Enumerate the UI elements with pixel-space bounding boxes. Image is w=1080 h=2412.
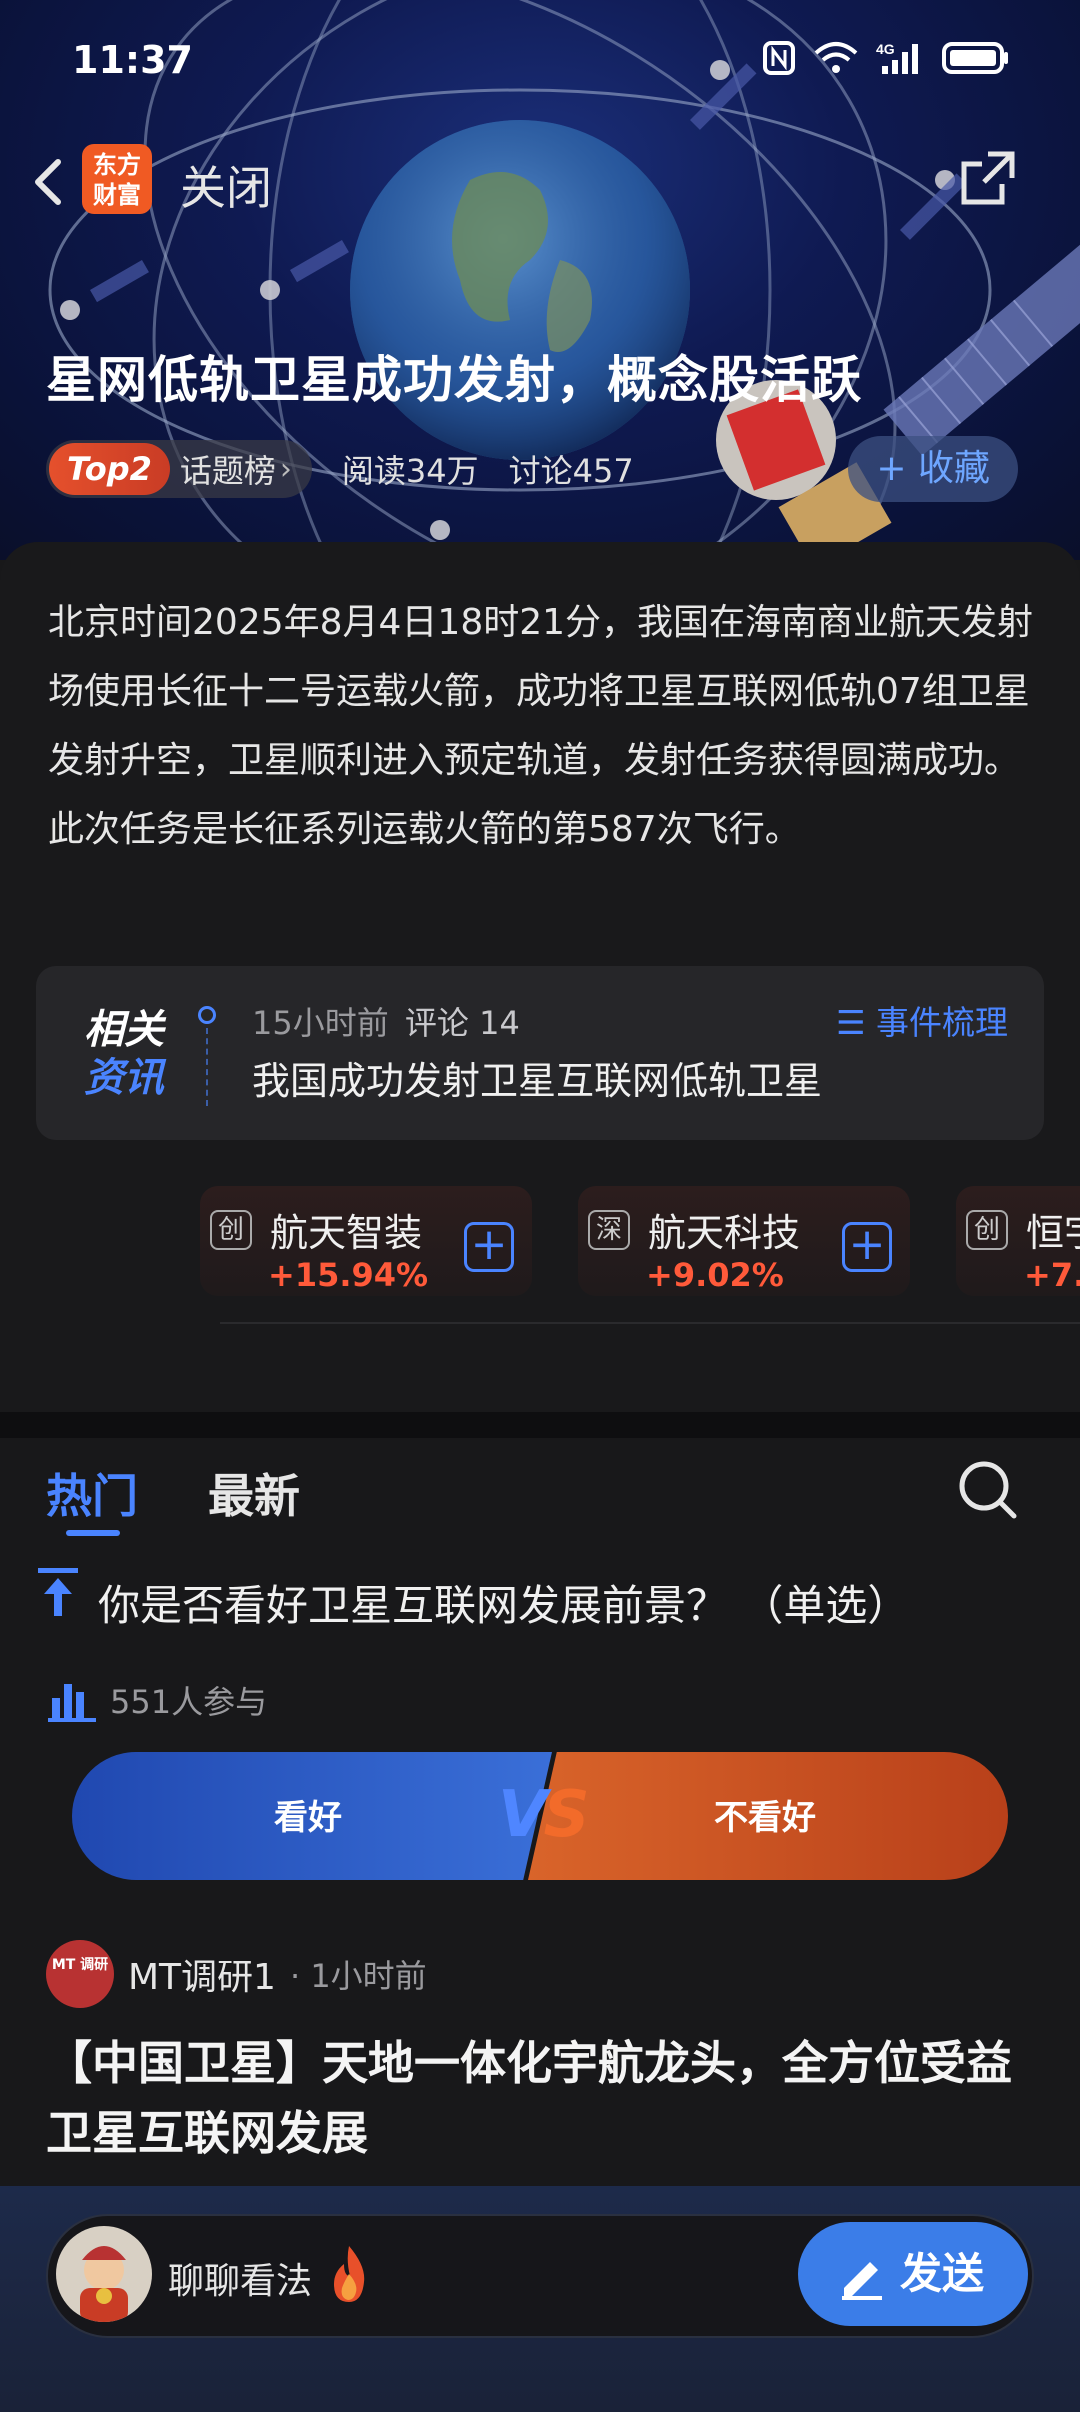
timeline-dot-icon [198, 1006, 216, 1024]
stock-name: 航天智装 [270, 1211, 423, 1255]
post-title[interactable]: 【中国卫星】天地一体化宇航龙头，全方位受益卫星互联网发展 [46, 2028, 1036, 2168]
poll-question: 你是否看好卫星互联网发展前景？ （单选） [98, 1581, 910, 1630]
nfc-icon [763, 41, 795, 75]
divider [220, 1322, 1080, 1324]
market-tag: 创 [966, 1210, 1008, 1250]
market-tag: 创 [210, 1210, 252, 1250]
related-news-headline[interactable]: 我国成功发射卫星互联网低轨卫星 [252, 1050, 822, 1105]
add-watchlist-icon[interactable]: + [842, 1222, 892, 1272]
related-news-logo: 相关 资讯 [84, 1006, 174, 1102]
poll-options: 看好 不看好 VS [72, 1752, 1008, 1880]
rank-badge: Top2 [49, 443, 170, 495]
battery-icon [942, 42, 1008, 74]
app-logo: 东方财富 [82, 144, 152, 214]
user-avatar[interactable] [56, 2226, 152, 2322]
comment-placeholder[interactable]: 聊聊看法 [168, 2252, 312, 2304]
avatar[interactable]: MT 调研 [46, 1940, 114, 2008]
event-timeline-link[interactable]: ☰ 事件梳理 [836, 996, 1008, 1044]
related-news-logo-line2: 资讯 [84, 1055, 164, 1101]
bar-chart-icon [48, 1684, 96, 1722]
status-icons: 4G [762, 40, 1010, 76]
related-news-meta: 15小时前 评论 14 [252, 998, 520, 1044]
stock-name: 恒宇 [1026, 1211, 1080, 1255]
stock-card[interactable]: 创 航天智装 +15.94% + [200, 1186, 532, 1296]
close-button[interactable]: 关闭 [180, 152, 272, 218]
avatar-illustration [80, 2246, 128, 2322]
market-tag: 深 [588, 1210, 630, 1250]
vs-s: S [543, 1778, 590, 1852]
pen-icon [842, 2262, 882, 2300]
related-news-logo-line1: 相关 [84, 1007, 164, 1053]
wifi-icon [814, 42, 858, 73]
read-count: 阅读34万 [341, 452, 479, 490]
tab-hot[interactable]: 热门 [46, 1460, 138, 1526]
stock-name: 航天科技 [648, 1211, 801, 1255]
vote-no-label: 不看好 [714, 1798, 816, 1838]
vote-no-button[interactable]: 不看好 [528, 1752, 1008, 1880]
add-watchlist-icon[interactable]: + [464, 1222, 514, 1272]
topic-rank-link[interactable]: Top2 话题榜 › [46, 440, 312, 498]
related-news-card[interactable]: 相关 资讯 15小时前 评论 14 ☰ 事件梳理 我国成功发射卫星互联网低轨卫星 [36, 966, 1044, 1140]
signal-4g-icon: 4G [876, 41, 918, 74]
timeline-line [206, 1028, 208, 1106]
vs-v: V [498, 1778, 547, 1852]
vote-yes-label: 看好 [274, 1798, 342, 1838]
topic-title: 星网低轨卫星成功发射，概念股活跃 [46, 351, 862, 409]
poll-participant-count: 551人参与 [110, 1683, 268, 1721]
fire-icon [334, 2246, 365, 2302]
chevron-right-icon: › [279, 451, 292, 487]
topic-stats-row: Top2 话题榜 › 阅读34万 讨论457 [46, 440, 664, 498]
stock-change: +7. [1024, 1256, 1080, 1294]
rank-label: 话题榜 [179, 452, 276, 490]
nav-bar: 东方财富 关闭 [0, 130, 1080, 230]
vote-yes-button[interactable]: 看好 [72, 1752, 552, 1880]
related-news-comments: 评论 14 [404, 1004, 520, 1042]
section-separator [0, 1412, 1080, 1438]
stock-card[interactable]: 创 恒宇 +7. [956, 1186, 1080, 1296]
stock-change: +9.02% [646, 1256, 784, 1294]
network-type: 4G [876, 41, 895, 57]
status-bar: 11:37 4G [0, 0, 1080, 120]
tab-latest[interactable]: 最新 [208, 1460, 300, 1526]
search-icon[interactable] [956, 1458, 1020, 1522]
discussion-count: 讨论457 [508, 452, 634, 490]
topic-description: 北京时间2025年8月4日18时21分，我国在海南商业航天发射场使用长征十二号运… [48, 602, 1034, 850]
poll-participants: 551人参与 [46, 1676, 267, 1724]
active-tab-indicator [66, 1530, 120, 1536]
send-button[interactable]: 发送 [798, 2222, 1028, 2326]
related-stocks-scroller[interactable]: 创 航天智装 +15.94% + 深 航天科技 +9.02% + 创 恒宇 +7… [200, 1186, 1080, 1296]
post-time: · 1小时前 [289, 1957, 427, 1995]
topic-stats: 阅读34万 讨论457 [342, 446, 664, 492]
collect-button[interactable]: + 收藏 [848, 436, 1018, 502]
related-news-time: 15小时前 [252, 1004, 389, 1042]
post-author-row[interactable]: MT 调研 MT调研1 · 1小时前 [46, 1940, 427, 2008]
stock-card[interactable]: 深 航天科技 +9.02% + [578, 1186, 910, 1296]
back-icon[interactable] [24, 152, 74, 212]
pin-top-icon [38, 1568, 78, 1616]
share-icon[interactable] [958, 148, 1018, 208]
post-author-name[interactable]: MT调研1 [128, 1948, 276, 2000]
status-time: 11:37 [72, 38, 193, 82]
vs-badge: VS [498, 1778, 590, 1852]
stock-change: +15.94% [268, 1256, 429, 1294]
